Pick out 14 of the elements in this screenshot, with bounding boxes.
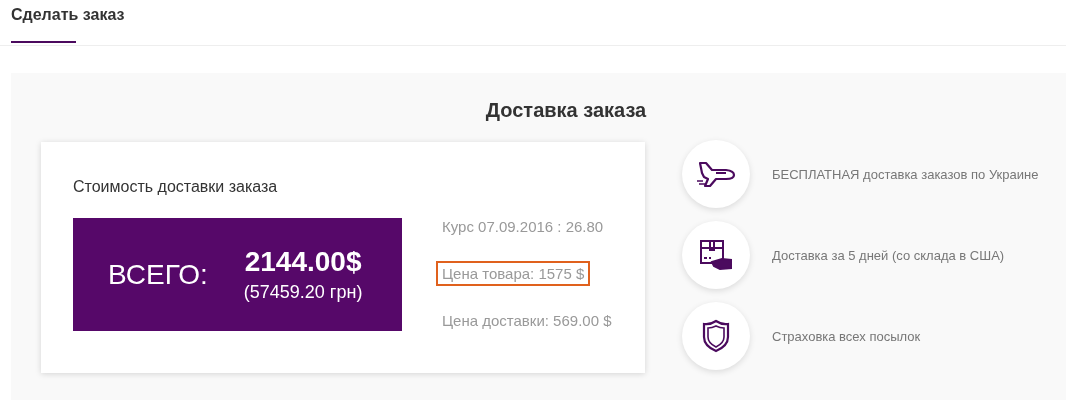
feature-text: Доставка за 5 дней (со склада в США) <box>772 247 1005 263</box>
airplane-icon <box>696 159 736 189</box>
total-label: ВСЕГО: <box>108 258 208 291</box>
card-title: Стоимость доставки заказа <box>73 178 279 196</box>
section-title: Доставка заказа <box>484 99 648 122</box>
total-uah: (57459.20 грн) <box>243 282 363 303</box>
feature-text: Страховка всех посылок <box>772 328 921 344</box>
parcel-hand-icon <box>698 238 734 272</box>
price-detail: Цена доставки: 569.00 $ <box>441 311 613 331</box>
feature-text: БЕСПЛАТНАЯ доставка заказов по Украине <box>772 166 1039 182</box>
shield-icon <box>702 319 730 353</box>
total-usd: 2144.00$ <box>244 246 362 278</box>
price-detail: Курс 07.09.2016 : 26.80 <box>441 217 605 237</box>
price-detail: Цена товара: 1575 $ <box>436 261 591 286</box>
